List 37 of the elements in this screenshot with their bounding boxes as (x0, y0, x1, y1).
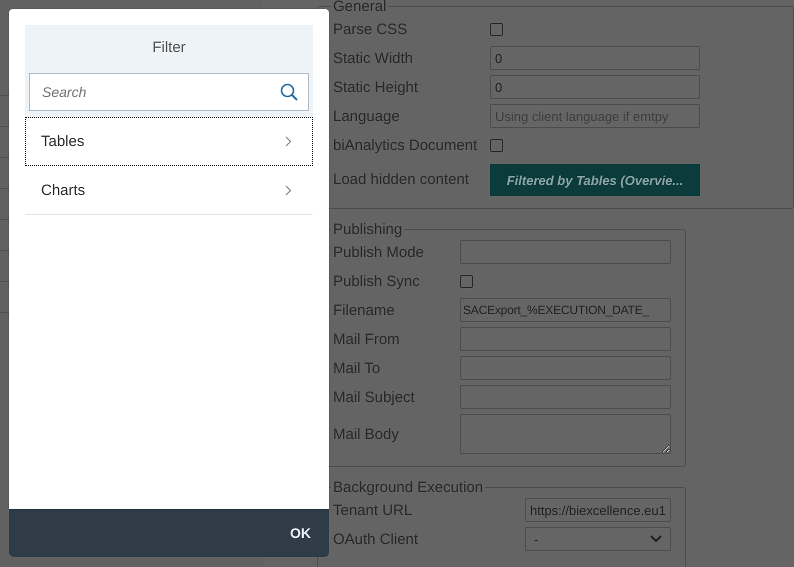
checkbox[interactable] (490, 22, 503, 36)
section-legend: Publishing (331, 221, 404, 238)
search-icon (280, 83, 298, 101)
field-label: Publish Mode (333, 244, 425, 260)
input-field[interactable]: 0 (490, 75, 700, 99)
field-label: biAnalytics Document (333, 136, 478, 154)
field-label: Language (333, 108, 401, 124)
filter-button[interactable]: Filtered by Tables (Overvie... (490, 164, 700, 196)
field-label: Tenant URL (333, 502, 414, 518)
section-legend: General (331, 0, 388, 15)
field-label: Mail To (333, 360, 382, 376)
field-label: Static Height (333, 78, 420, 96)
field-label: OAuth Client (333, 530, 420, 548)
chevron-right-icon (285, 136, 292, 147)
chevron-right-icon (285, 185, 292, 196)
field-label: Parse CSS (333, 20, 408, 38)
input-field[interactable]: 0 (490, 46, 700, 70)
field-label: Mail Subject (333, 388, 416, 406)
dialog-title: Filter (151, 38, 187, 58)
list-item[interactable]: Tables (25, 117, 313, 166)
field-label: Load hidden content (333, 170, 470, 188)
field-label: Mail From (333, 330, 401, 348)
input-field[interactable]: https://biexcellence.eu1 (525, 498, 671, 522)
field-label: Publish Sync (333, 272, 421, 290)
checkbox[interactable] (460, 274, 473, 288)
checkbox[interactable] (490, 138, 503, 152)
section-legend: Background Execution (331, 479, 486, 496)
field-label: Static Width (333, 50, 414, 66)
field-label: Mail Body (333, 426, 400, 442)
input-field[interactable]: SACExport_%EXECUTION_DATE_ (460, 298, 671, 322)
dropdown[interactable]: - (525, 527, 671, 551)
field-label: Filename (333, 302, 396, 318)
list-item[interactable]: Charts (25, 166, 313, 215)
search-field[interactable]: Search (29, 73, 309, 111)
text-area[interactable] (460, 414, 671, 454)
ok-button[interactable]: OK (288, 519, 313, 547)
chevron-down-icon (650, 535, 662, 543)
